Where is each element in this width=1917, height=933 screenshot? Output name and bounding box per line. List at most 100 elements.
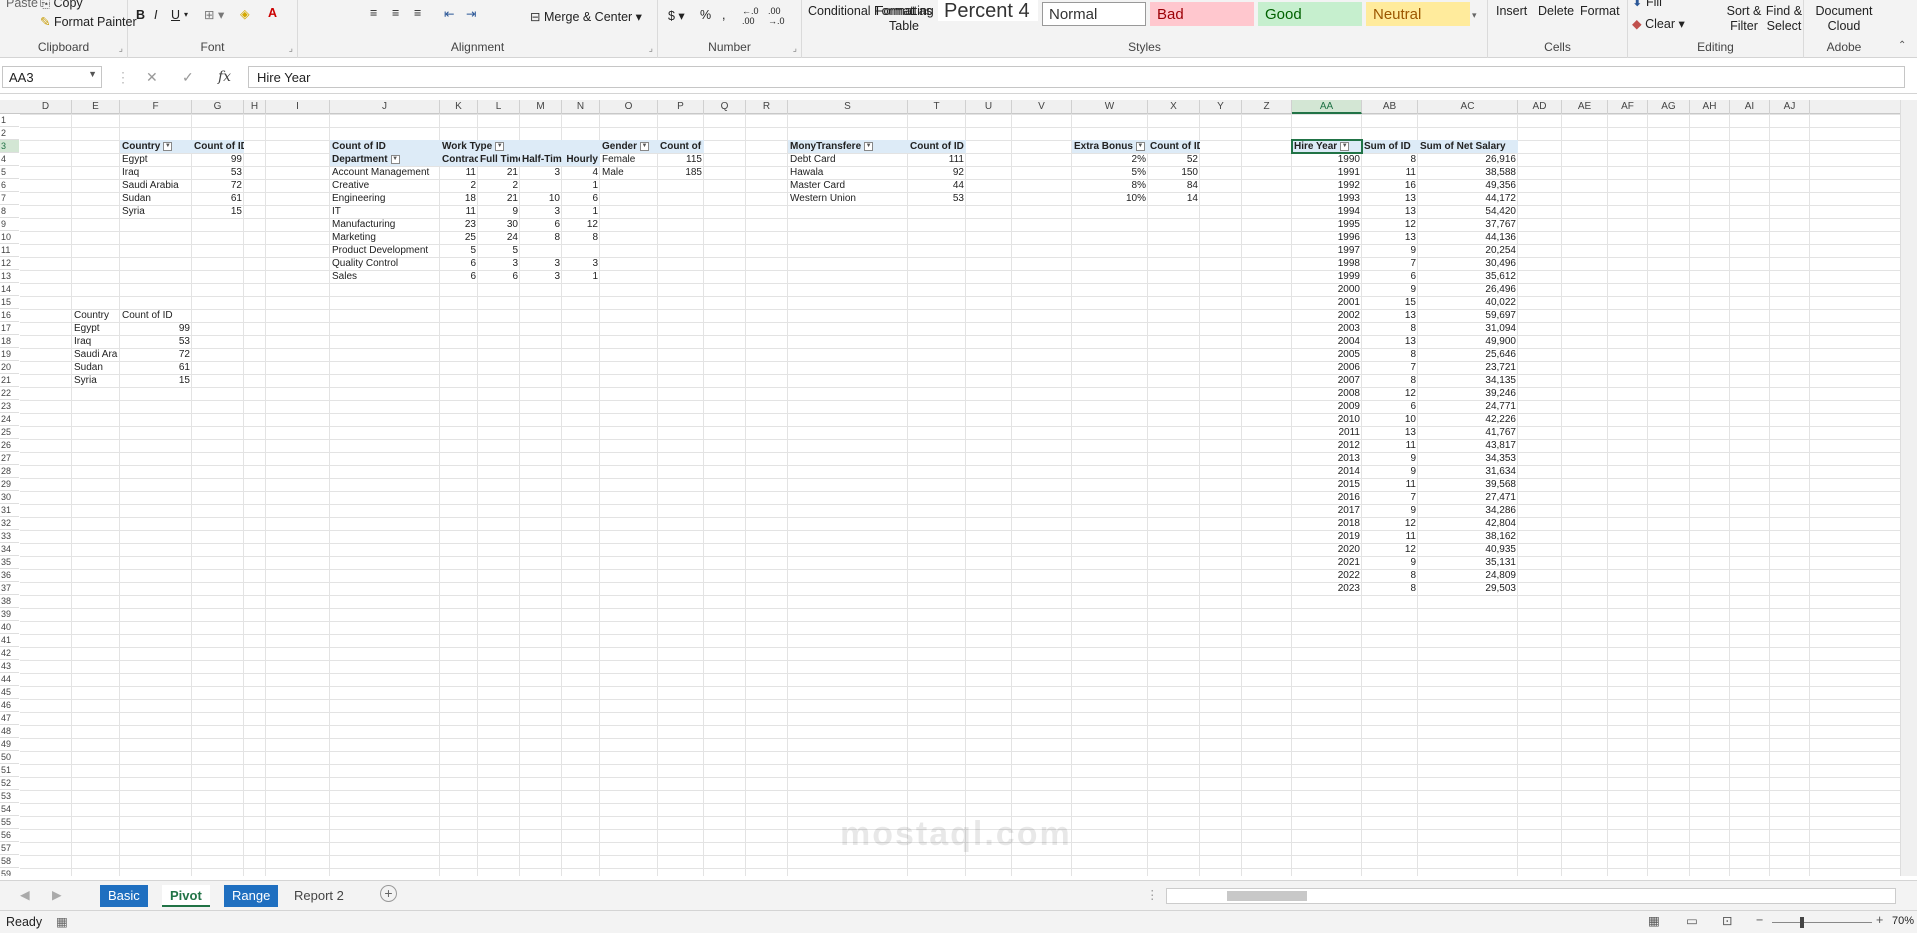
pivot-value[interactable]: 5	[478, 244, 520, 257]
pivot-value[interactable]: 35,612	[1418, 270, 1518, 283]
column-header-m[interactable]: M	[520, 100, 562, 114]
row-header-42[interactable]: 42	[0, 647, 19, 660]
pivot-row-label[interactable]: 2013	[1292, 452, 1362, 465]
pivot-header[interactable]: MonyTransfere ▼	[788, 140, 908, 153]
pivot-value[interactable]: 115	[658, 153, 704, 166]
pivot-row-label[interactable]: 2012	[1292, 439, 1362, 452]
pivot-value[interactable]: 92	[908, 166, 966, 179]
pivot-value[interactable]: 44,172	[1418, 192, 1518, 205]
table-cell[interactable]: 61	[120, 361, 192, 374]
pivot-row-label[interactable]: 1996	[1292, 231, 1362, 244]
pivot-value[interactable]: 34,286	[1418, 504, 1518, 517]
column-header-v[interactable]: V	[1012, 100, 1072, 114]
row-header-10[interactable]: 10	[0, 231, 19, 244]
insert-function-icon[interactable]: fx	[218, 69, 231, 85]
pivot-value[interactable]: 61	[192, 192, 244, 205]
pivot-row-label[interactable]: Marketing	[330, 231, 440, 244]
row-header-36[interactable]: 36	[0, 569, 19, 582]
row-header-14[interactable]: 14	[0, 283, 19, 296]
pivot-header[interactable]: Gender ▼	[600, 140, 658, 153]
pivot-value[interactable]: 6	[520, 218, 562, 231]
zoom-slider-thumb[interactable]	[1800, 917, 1804, 928]
pivot-value[interactable]: 111	[908, 153, 966, 166]
column-header-w[interactable]: W	[1072, 100, 1148, 114]
document-cloud-button[interactable]: Document Cloud	[1812, 4, 1876, 34]
row-header-34[interactable]: 34	[0, 543, 19, 556]
pivot-value[interactable]: 21	[478, 166, 520, 179]
pivot-value[interactable]: 12	[1362, 218, 1418, 231]
pivot-value[interactable]: 21	[478, 192, 520, 205]
row-header-29[interactable]: 29	[0, 478, 19, 491]
column-header-ae[interactable]: AE	[1562, 100, 1608, 114]
pivot-value[interactable]: 8	[1362, 322, 1418, 335]
row-header-50[interactable]: 50	[0, 751, 19, 764]
row-header-5[interactable]: 5	[0, 166, 19, 179]
row-header-45[interactable]: 45	[0, 686, 19, 699]
pivot-value[interactable]: 11	[1362, 530, 1418, 543]
good-style[interactable]: Good	[1258, 2, 1362, 26]
pivot-row-label[interactable]: Account Management	[330, 166, 440, 179]
row-header-3[interactable]: 3	[0, 140, 19, 153]
pivot-value[interactable]: 3	[520, 270, 562, 283]
pivot-value[interactable]: 8	[1362, 153, 1418, 166]
borders-icon[interactable]: ⊞ ▾	[204, 7, 224, 22]
pivot-row-label[interactable]: 2020	[1292, 543, 1362, 556]
row-header-33[interactable]: 33	[0, 530, 19, 543]
font-launcher-icon[interactable]: ⌟	[289, 43, 293, 54]
pivot-value[interactable]: 24,809	[1418, 569, 1518, 582]
pivot-value[interactable]: 1	[562, 205, 600, 218]
row-header-27[interactable]: 27	[0, 452, 19, 465]
pivot-value[interactable]: 13	[1362, 192, 1418, 205]
pivot-value[interactable]: 44,136	[1418, 231, 1518, 244]
horizontal-scroll-thumb[interactable]	[1227, 891, 1307, 901]
pivot-value[interactable]: 24,771	[1418, 400, 1518, 413]
pivot-value[interactable]: 38,162	[1418, 530, 1518, 543]
pivot-row-label[interactable]: 2001	[1292, 296, 1362, 309]
column-header-ac[interactable]: AC	[1418, 100, 1518, 114]
column-header-s[interactable]: S	[788, 100, 908, 114]
row-header-39[interactable]: 39	[0, 608, 19, 621]
column-header-i[interactable]: I	[266, 100, 330, 114]
row-header-24[interactable]: 24	[0, 413, 19, 426]
row-header-43[interactable]: 43	[0, 660, 19, 673]
pivot-value[interactable]: 9	[1362, 556, 1418, 569]
pivot-row-label[interactable]: 8%	[1072, 179, 1148, 192]
name-box[interactable]: AA3 ▼	[2, 66, 102, 88]
pivot-header[interactable]: Extra Bonus ▼	[1072, 140, 1148, 153]
pivot-value[interactable]: 6	[1362, 400, 1418, 413]
pivot-value[interactable]: 3	[520, 205, 562, 218]
row-header-41[interactable]: 41	[0, 634, 19, 647]
pivot-value[interactable]: 53	[192, 166, 244, 179]
font-color-icon[interactable]: A	[268, 6, 277, 20]
align-right-icon[interactable]: ≡	[414, 6, 421, 20]
pivot-header[interactable]: Half-Time	[520, 153, 562, 166]
row-header-55[interactable]: 55	[0, 816, 19, 829]
pivot-value[interactable]: 44	[908, 179, 966, 192]
row-header-58[interactable]: 58	[0, 855, 19, 868]
copy-button[interactable]: ⎘ Copy	[40, 0, 83, 11]
row-header-2[interactable]: 2	[0, 127, 19, 140]
column-header-ag[interactable]: AG	[1648, 100, 1690, 114]
comma-button[interactable]: ,	[722, 8, 725, 22]
sort-filter-button[interactable]: Sort & Filter	[1722, 4, 1766, 34]
row-header-22[interactable]: 22	[0, 387, 19, 400]
row-header-4[interactable]: 4	[0, 153, 19, 166]
pivot-value[interactable]: 39,246	[1418, 387, 1518, 400]
pivot-value[interactable]: 7	[1362, 361, 1418, 374]
row-header-1[interactable]: 1	[0, 114, 19, 127]
column-header-j[interactable]: J	[330, 100, 440, 114]
name-box-dropdown-icon[interactable]: ▼	[88, 69, 97, 79]
pivot-value[interactable]: 8	[520, 231, 562, 244]
page-layout-icon[interactable]: ▭	[1686, 913, 1698, 928]
format-button[interactable]: Format	[1580, 4, 1620, 18]
column-header-d[interactable]: D	[20, 100, 72, 114]
column-header-k[interactable]: K	[440, 100, 478, 114]
pivot-row-label[interactable]: 2018	[1292, 517, 1362, 530]
enter-icon[interactable]: ✓	[182, 69, 194, 86]
pivot-value[interactable]: 3	[520, 257, 562, 270]
row-header-35[interactable]: 35	[0, 556, 19, 569]
pivot-row-label[interactable]: 2015	[1292, 478, 1362, 491]
align-center-icon[interactable]: ≡	[392, 6, 399, 20]
row-header-13[interactable]: 13	[0, 270, 19, 283]
pivot-row-label[interactable]: 2000	[1292, 283, 1362, 296]
